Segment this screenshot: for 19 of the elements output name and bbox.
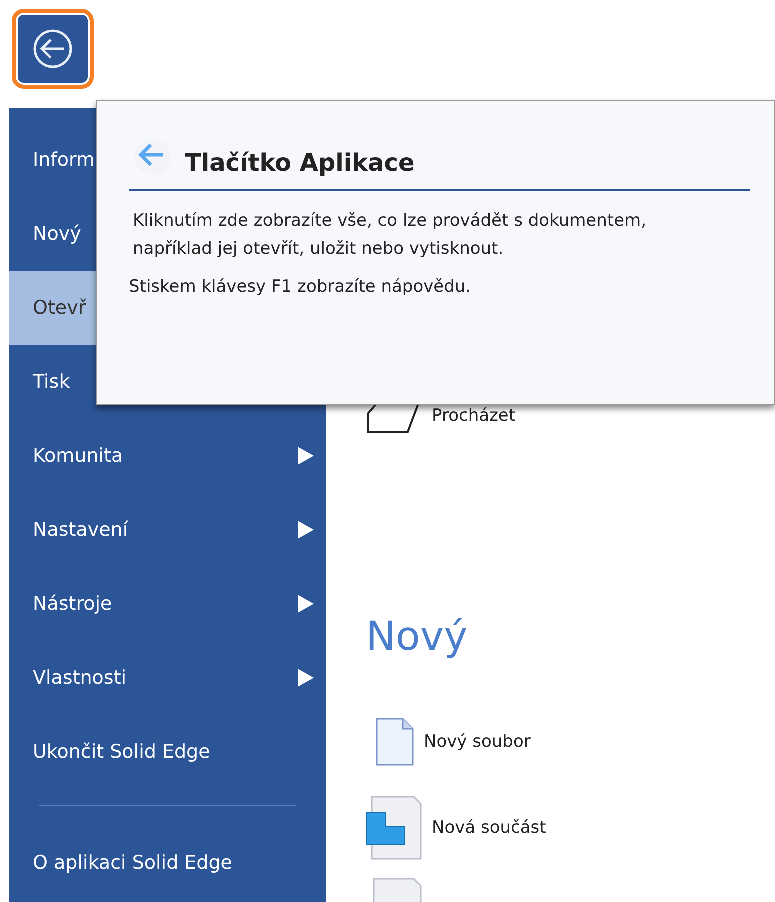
tooltip-title: Tlačítko Aplikace [185, 149, 415, 177]
application-button[interactable] [12, 9, 94, 89]
menu-item[interactable]: Vlastnosti [9, 641, 326, 715]
tooltip-help-text: Stiskem klávesy F1 zobrazíte nápovědu. [129, 277, 472, 297]
menu-item[interactable]: Nástroje [9, 567, 326, 641]
section-heading: Nový [366, 613, 468, 662]
new-item-button[interactable]: Nová součást [366, 796, 546, 860]
submenu-arrow-icon [298, 447, 314, 465]
submenu-arrow-icon [298, 669, 314, 687]
document-icon [376, 718, 414, 766]
submenu-arrow-icon [298, 595, 314, 613]
menu-item[interactable]: Ukončit Solid Edge [9, 715, 326, 789]
new-item-button[interactable]: Nový soubor [376, 718, 531, 766]
tooltip-description: Kliknutím zde zobrazíte vše, co lze provádět s dokumentem, například jej otevřít, uložit nebo vytisknout. [133, 210, 648, 261]
menu-item[interactable]: Komunita [9, 419, 326, 493]
menu-item[interactable]: Nastavení [9, 493, 326, 567]
submenu-arrow-icon [298, 521, 314, 539]
menu-item[interactable]: O aplikaci Solid Edge [9, 826, 326, 900]
part-document-icon [366, 796, 422, 860]
